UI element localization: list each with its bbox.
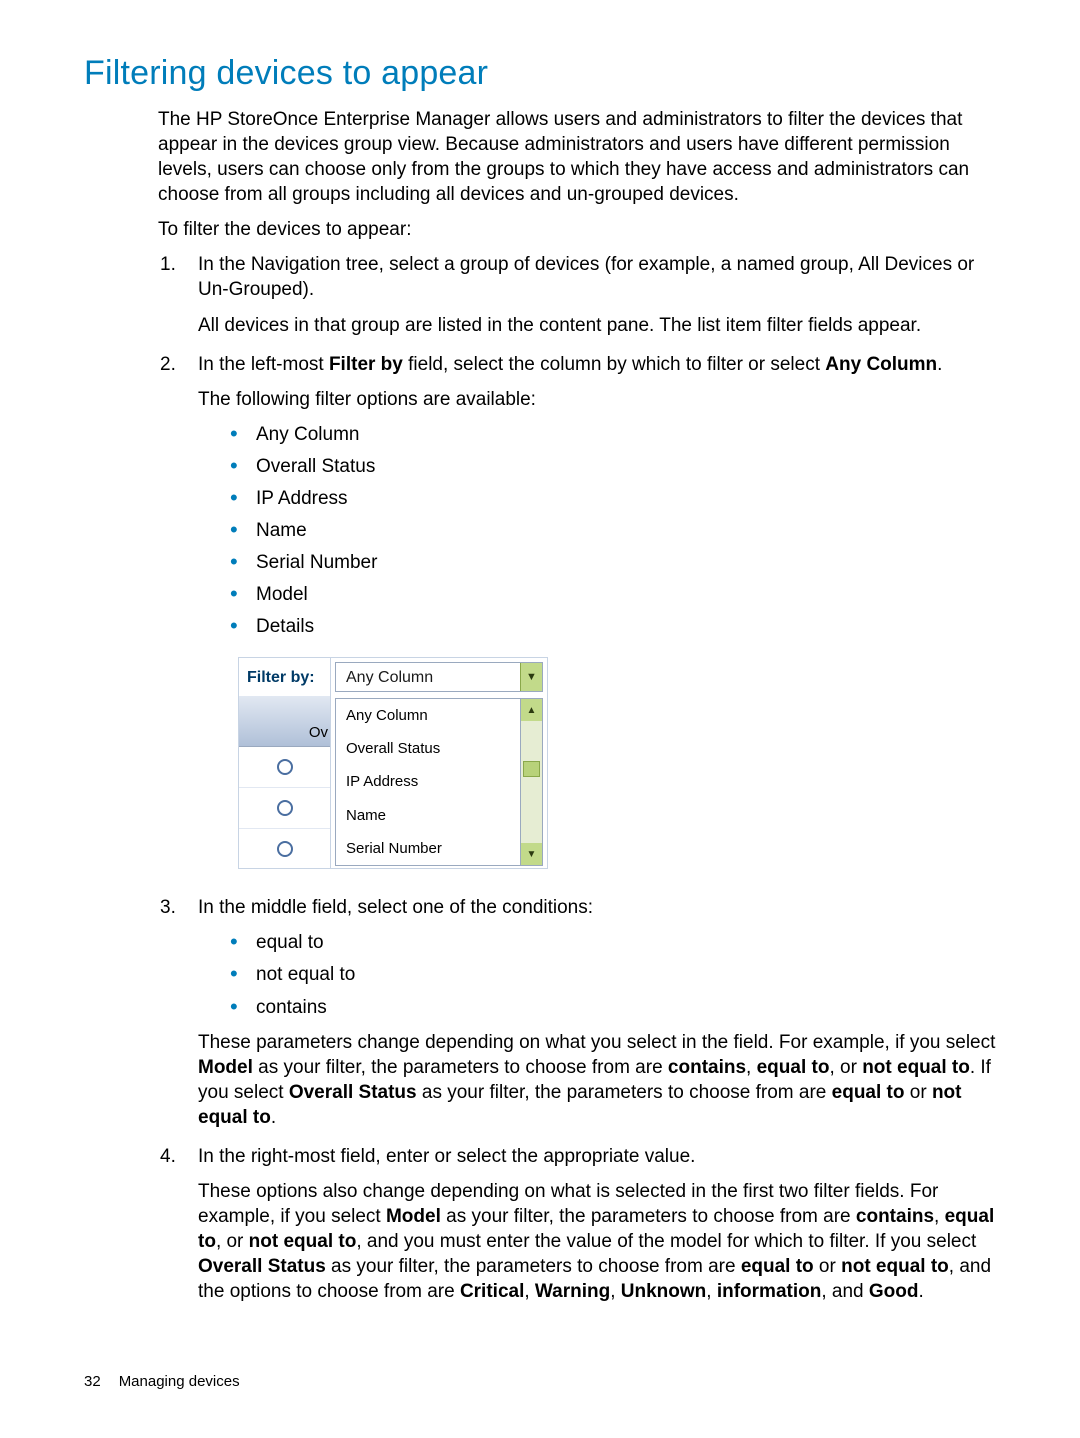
filter-by-label: Filter by: <box>239 658 331 696</box>
column-header-overall[interactable]: Ov <box>239 696 330 747</box>
list-item: IP Address <box>230 486 996 511</box>
step1-text-a: In the Navigation tree, select a group o… <box>198 252 996 302</box>
dropdown-option[interactable]: Serial Number <box>336 832 520 865</box>
radio-icon <box>277 759 293 775</box>
list-item: Any Column <box>230 422 996 447</box>
dropdown-toggle-button[interactable]: ▼ <box>520 663 542 691</box>
list-item: not equal to <box>230 962 996 987</box>
list-item: equal to <box>230 930 996 955</box>
step-number-3: 3. <box>158 895 198 1140</box>
step1-text-b: All devices in that group are listed in … <box>198 313 996 338</box>
step2-text: In the left-most Filter by field, select… <box>198 352 996 377</box>
page-number: 32 <box>84 1373 101 1390</box>
list-item: Serial Number <box>230 550 996 575</box>
radio-icon <box>277 800 293 816</box>
filter-options-list: Any Column Overall Status IP Address Nam… <box>230 422 996 640</box>
scroll-thumb[interactable] <box>523 761 540 777</box>
chevron-down-icon: ▼ <box>526 670 537 685</box>
dropdown-list[interactable]: Any Column Overall Status IP Address Nam… <box>335 698 521 866</box>
page-footer: 32 Managing devices <box>84 1373 240 1390</box>
list-item: Model <box>230 582 996 607</box>
list-item: Details <box>230 614 996 639</box>
dropdown-option[interactable]: IP Address <box>336 766 520 799</box>
footer-title: Managing devices <box>119 1373 240 1390</box>
chevron-up-icon: ▲ <box>527 704 537 717</box>
step3-text-a: In the middle field, select one of the c… <box>198 895 996 920</box>
section-heading: Filtering devices to appear <box>84 54 996 93</box>
step-number-2: 2. <box>158 352 198 892</box>
scroll-track[interactable] <box>521 721 542 843</box>
step2-follow: The following filter options are availab… <box>198 387 996 412</box>
filter-by-screenshot: Filter by: Any Column ▼ Ov <box>238 657 996 869</box>
dropdown-option[interactable]: Overall Status <box>336 733 520 766</box>
filter-by-selected: Any Column <box>336 667 520 688</box>
filter-by-dropdown[interactable]: Any Column ▼ <box>335 662 543 692</box>
list-item: Name <box>230 518 996 543</box>
step-number-1: 1. <box>158 252 198 347</box>
row-radio[interactable] <box>239 747 330 788</box>
conditions-list: equal to not equal to contains <box>230 930 996 1019</box>
step-number-4: 4. <box>158 1144 198 1314</box>
step3-text-b: These parameters change depending on wha… <box>198 1030 996 1130</box>
step4-text-a: In the right-most field, enter or select… <box>198 1144 996 1169</box>
lead-in: To filter the devices to appear: <box>158 217 996 242</box>
list-item: Overall Status <box>230 454 996 479</box>
row-radio[interactable] <box>239 788 330 829</box>
chevron-down-icon: ▼ <box>527 848 537 861</box>
step4-text-b: These options also change depending on w… <box>198 1179 996 1304</box>
list-item: contains <box>230 995 996 1020</box>
scroll-down-button[interactable]: ▼ <box>521 843 542 865</box>
dropdown-option[interactable]: Name <box>336 799 520 832</box>
intro-paragraph: The HP StoreOnce Enterprise Manager allo… <box>158 107 996 207</box>
radio-icon <box>277 841 293 857</box>
row-radio[interactable] <box>239 829 330 869</box>
dropdown-option[interactable]: Any Column <box>336 699 520 732</box>
scrollbar[interactable]: ▲ ▼ <box>521 698 543 866</box>
scroll-up-button[interactable]: ▲ <box>521 699 542 721</box>
